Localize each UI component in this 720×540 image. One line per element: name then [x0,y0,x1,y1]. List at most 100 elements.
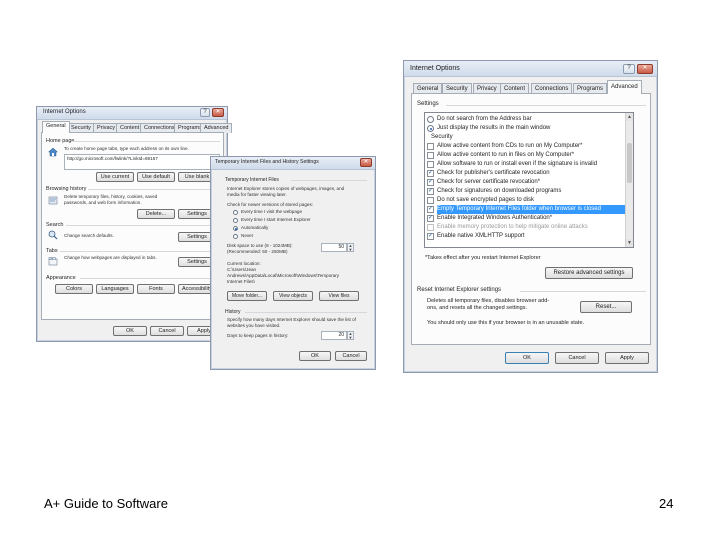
setting-active-content-cds[interactable]: Allow active content from CDs to run on … [427,142,633,151]
checkbox[interactable]: ✓ [427,188,434,195]
window-title: Internet Options [410,65,460,72]
use-default-button[interactable]: Use default [137,172,175,182]
checkbox[interactable] [427,152,434,159]
close-icon[interactable]: ✕ [360,158,372,167]
tabs-icon [48,257,58,266]
disk-space-recommended: (Recommended: 50 - 250MB) [227,249,288,254]
setting-label: Enable native XMLHTTP support [437,233,525,239]
tabs-description: Change how webpages are displayed in tab… [64,255,157,260]
divider [446,105,646,106]
reset-heading: Reset Internet Explorer settings [417,287,502,293]
setting-no-address-search[interactable]: Do not search from the Address bar [427,115,633,124]
checkbox[interactable]: ✓ [427,179,434,186]
setting-no-save-encrypted[interactable]: Do not save encrypted pages to disk [427,196,633,205]
colors-button[interactable]: Colors [55,284,93,294]
delete-history-button[interactable]: Delete... [137,209,175,219]
checkbox[interactable]: ✓ [427,215,434,222]
divider [72,141,220,142]
divider [245,312,367,313]
window-title: Internet Options [43,109,86,115]
title-bar[interactable]: Temporary Internet Files and History Set… [211,157,375,170]
divider [520,291,646,292]
checkbox[interactable] [427,224,434,231]
setting-software-invalid-signature[interactable]: Allow software to run or install even if… [427,160,633,169]
checkbox[interactable] [427,197,434,204]
tabs-heading: Tabs [46,248,58,254]
setting-active-content-files[interactable]: Allow active content to run in files on … [427,151,633,160]
ok-button[interactable]: OK [505,352,549,364]
view-files-button[interactable]: View files [319,291,359,301]
days-history-spinner[interactable]: ▲ ▼ [347,331,354,340]
checkbox[interactable]: ✓ [427,233,434,240]
slide-footer-title: A+ Guide to Software [44,496,168,511]
ok-button[interactable]: OK [113,326,147,336]
checkbox[interactable] [427,161,434,168]
move-folder-button[interactable]: Move folder... [227,291,267,301]
setting-server-cert-revocation[interactable]: ✓ Check for server certificate revocation… [427,178,633,187]
apply-button[interactable]: Apply [605,352,649,364]
scroll-down-icon[interactable]: ▼ [626,239,633,247]
disk-space-spinner[interactable]: ▲ ▼ [347,243,354,252]
divider [88,189,220,190]
help-icon[interactable]: ? [623,64,635,74]
appearance-heading: Appearance [46,275,76,281]
internet-options-advanced-window: Internet Options ? ✕ General Security Pr… [403,60,658,373]
option-never-radio[interactable] [233,234,238,239]
title-bar[interactable]: Internet Options ? ✕ [37,107,227,120]
radio-button[interactable] [427,125,434,132]
languages-button[interactable]: Languages [96,284,134,294]
setting-label: Security [431,134,453,140]
tab-advanced[interactable]: Advanced [607,80,642,94]
setting-memory-protection[interactable]: Enable memory protection to help mitigat… [427,223,633,232]
settings-scrollbar[interactable]: ▲ ▼ [625,113,633,247]
home-page-description: To create home page tabs, type each addr… [64,146,189,151]
home-page-url-field[interactable]: http://go.microsoft.com/fwlink/?LinkId=6… [64,154,220,170]
temp-files-description: Internet Explorer stores copies of webpa… [227,186,345,197]
cancel-button[interactable]: Cancel [335,351,367,361]
divider [66,225,220,226]
setting-label: Check for signatures on downloaded progr… [437,188,562,194]
settings-list[interactable]: Do not search from the Address bar Just … [424,112,634,248]
divider [291,180,367,181]
internet-options-general-window: Internet Options ? ✕ General Security Pr… [36,106,233,342]
help-icon[interactable]: ? [200,108,210,117]
ok-button[interactable]: OK [299,351,331,361]
disk-space-input[interactable]: 50 [321,243,347,252]
close-icon[interactable]: ✕ [637,64,653,74]
checkbox[interactable]: ✓ [427,170,434,177]
option-every-start-radio[interactable] [233,218,238,223]
scroll-thumb[interactable] [627,143,632,183]
close-icon[interactable]: ✕ [212,108,224,117]
view-objects-button[interactable]: View objects [273,291,313,301]
history-description: Specify how many days Internet Explorer … [227,317,356,328]
checkbox[interactable]: ✓ [427,206,434,213]
setting-label: Allow active content from CDs to run on … [437,143,583,149]
fonts-button[interactable]: Fonts [137,284,175,294]
checkbox[interactable] [427,143,434,150]
reset-button[interactable]: Reset... [580,301,632,313]
radio-button[interactable] [427,116,434,123]
cancel-button[interactable]: Cancel [555,352,599,364]
reset-warning: You should only use this if your browser… [427,320,585,326]
setting-empty-temp-files[interactable]: ✓ Empty Temporary Internet Files folder w… [427,205,633,214]
setting-integrated-windows-auth[interactable]: ✓ Enable Integrated Windows Authenticatio… [427,214,633,223]
setting-label: Do not search from the Address bar [437,116,532,122]
setting-publisher-cert-revocation[interactable]: ✓ Check for publisher's certificate revoc… [427,169,633,178]
days-history-input[interactable]: 20 [321,331,347,340]
option-every-visit-radio[interactable] [233,210,238,215]
cancel-button[interactable]: Cancel [150,326,184,336]
restore-advanced-button[interactable]: Restore advanced settings [545,267,633,279]
use-current-button[interactable]: Use current [96,172,134,182]
window-title: Temporary Internet Files and History Set… [215,159,319,165]
divider [60,251,220,252]
temp-files-settings-window: Temporary Internet Files and History Set… [210,156,376,370]
option-automatically-radio[interactable] [233,226,238,231]
title-bar[interactable]: Internet Options ? ✕ [404,61,657,77]
option-every-start-label: Every time I start Internet Explorer [241,217,311,222]
setting-signatures-downloaded[interactable]: ✓ Check for signatures on downloaded prog… [427,187,633,196]
setting-display-results-main[interactable]: Just display the results in the main win… [427,124,633,133]
general-panel: Home page To create home page tabs, type… [41,132,224,320]
tab-general[interactable]: General [42,121,70,133]
setting-native-xmlhttp[interactable]: ✓ Enable native XMLHTTP support [427,232,633,241]
scroll-up-icon[interactable]: ▲ [626,113,633,121]
